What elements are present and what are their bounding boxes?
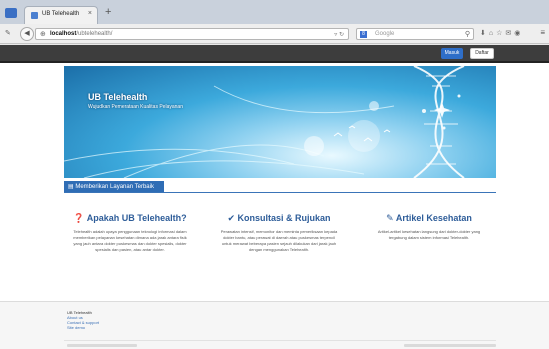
back-button[interactable]: ◀ bbox=[20, 27, 34, 41]
reload-icon[interactable]: ▿ ↻ bbox=[334, 31, 344, 38]
browser-tab[interactable]: UB Telehealth × bbox=[24, 6, 98, 24]
feature-consultation: ✔ Konsultasi & Rujukan Perawatan intensi… bbox=[214, 213, 344, 253]
url-text[interactable]: localhost/ubtelehealth/ bbox=[50, 31, 112, 37]
feature-about: ❓ Apakah UB Telehealth? Telehealth adala… bbox=[65, 213, 195, 253]
section-title: Memberikan Layanan Terbaik bbox=[75, 184, 154, 190]
site-footer: UB Telehealth About us Contact & support… bbox=[0, 301, 549, 349]
login-button[interactable]: Masuk bbox=[441, 48, 463, 59]
list-icon: ▤ bbox=[68, 184, 74, 190]
page-content: Masuk Daftar UB Telehealth Wujudkan Peme… bbox=[0, 45, 549, 349]
footer-copyright-left bbox=[67, 344, 137, 347]
footer-divider bbox=[64, 340, 496, 341]
site-topbar: Masuk Daftar bbox=[0, 45, 549, 63]
search-icon[interactable]: ⚲ bbox=[465, 30, 470, 38]
browser-tabstrip: UB Telehealth × + bbox=[0, 0, 549, 24]
hero-banner: UB Telehealth Wujudkan Pemerataan Kualit… bbox=[64, 66, 496, 178]
feature-title: Artikel Kesehatan bbox=[395, 213, 472, 223]
section-divider bbox=[64, 192, 496, 193]
address-bar[interactable]: ⊕ localhost/ubtelehealth/ ▿ ↻ bbox=[35, 28, 349, 40]
hamburger-menu-icon[interactable]: ≡ bbox=[540, 28, 545, 37]
toolbar-icons[interactable]: ⬇⌂☆✉◉ bbox=[480, 29, 523, 37]
globe-icon: ⊕ bbox=[40, 31, 46, 38]
feature-articles: ✎ Artikel Kesehatan Artikel-artikel kese… bbox=[364, 213, 494, 241]
footer-link-demo[interactable]: Site demo bbox=[67, 325, 85, 330]
search-input[interactable]: Google bbox=[375, 31, 394, 37]
browser-navbar: ✎ ◀ ⊕ localhost/ubtelehealth/ ▿ ↻ 8 Goog… bbox=[0, 24, 549, 44]
feature-title: Konsultasi & Rujukan bbox=[237, 213, 331, 223]
feature-body: Perawatan intensif, memonitor dan memint… bbox=[220, 229, 338, 252]
search-bar[interactable]: 8 Google ⚲ bbox=[356, 28, 474, 40]
check-circle-icon: ✔ bbox=[227, 213, 235, 223]
tools-icon[interactable]: ✎ bbox=[5, 29, 11, 37]
tab-favicon-icon bbox=[31, 12, 38, 19]
feature-title: Apakah UB Telehealth? bbox=[86, 213, 187, 223]
register-button[interactable]: Daftar bbox=[470, 48, 494, 59]
feature-body: Artikel-artikel kesehatan langsung dari … bbox=[377, 229, 481, 240]
question-circle-icon: ❓ bbox=[73, 213, 85, 223]
hero-subtitle: Wujudkan Pemerataan Kualitas Pelayanan bbox=[88, 104, 183, 110]
new-tab-icon[interactable]: + bbox=[105, 6, 111, 18]
firefox-menu-icon[interactable] bbox=[5, 8, 17, 18]
hero-title: UB Telehealth bbox=[88, 92, 148, 102]
feature-body: Telehealth adalah upaya penggunaan tekno… bbox=[73, 229, 187, 252]
tab-title: UB Telehealth bbox=[42, 11, 80, 17]
search-engine-icon[interactable]: 8 bbox=[360, 31, 367, 38]
tab-close-icon[interactable]: × bbox=[88, 10, 92, 17]
footer-copyright-right bbox=[404, 344, 496, 347]
dna-artwork bbox=[64, 66, 465, 178]
pencil-icon: ✎ bbox=[386, 213, 394, 223]
